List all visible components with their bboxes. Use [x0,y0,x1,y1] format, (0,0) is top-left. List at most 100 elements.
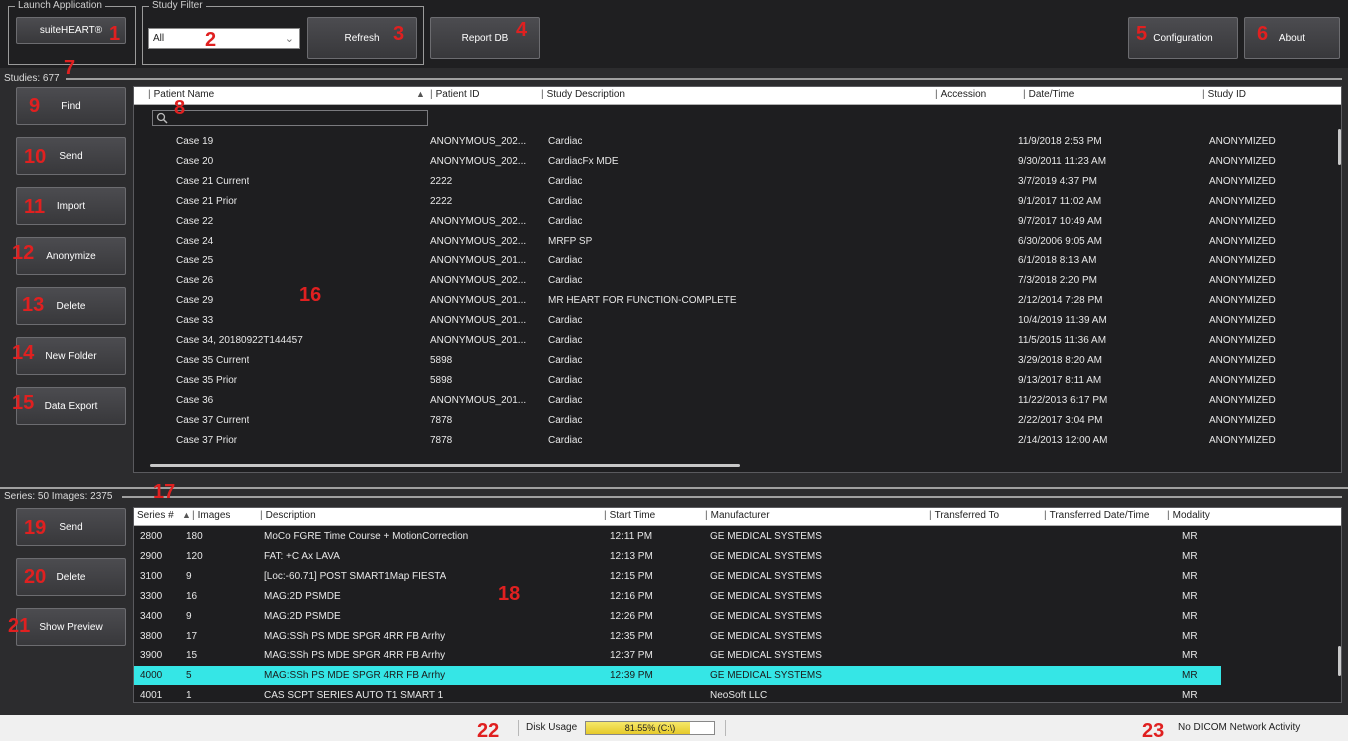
study-cell: ANONYMOUS_202... [430,136,527,147]
column-header-patient-id[interactable]: Patient ID [430,89,480,100]
series-cell: 9 [186,570,192,582]
callout-5: 5 [1136,23,1148,45]
column-header-series-number[interactable]: Series # [137,510,174,521]
series-cell: 2900 [140,550,163,562]
series-row[interactable]: 3900 15 MAG:SSh PS MDE SPGR 4RR FB Arrhy 12… [134,646,1221,665]
show-preview-button[interactable]: Show Preview [16,608,126,646]
study-row[interactable]: Case 22 ANONYMOUS_202... Cardiac 9/7/2017 1… [134,212,1331,231]
study-cell: ANONYMIZED [1209,315,1276,327]
study-cell: ANONYMOUS_201... [430,394,527,406]
study-row[interactable]: Case 35 Current 5898 Cardiac 3/29/2018 8:20… [134,351,1331,370]
study-row[interactable]: Case 19 ANONYMOUS_202... Cardiac 11/9/2018 … [134,132,1331,151]
study-cell: Cardiac [548,255,583,267]
series-cell: 120 [186,550,203,562]
series-cell: 4001 [140,690,163,702]
section-splitter[interactable] [0,487,1348,489]
series-cell: MR [1182,670,1198,682]
study-cell: ANONYMOUS_201... [430,295,527,307]
filter-group-title: Study Filter [149,0,206,12]
series-cell: 9 [186,610,192,622]
study-cell: Cardiac [548,315,583,327]
column-header-transferred-date-time[interactable]: Transferred Date/Time [1044,510,1150,521]
studies-vertical-scrollbar[interactable] [1338,129,1341,165]
series-cell: MR [1182,630,1198,642]
series-cell: GE MEDICAL SYSTEMS [710,610,822,622]
study-cell: ANONYMIZED [1209,295,1276,307]
study-cell: Cardiac [548,394,583,406]
study-row[interactable]: Case 20 ANONYMOUS_202... CardiacFx MDE 9/30… [134,152,1331,171]
study-cell: ANONYMIZED [1209,394,1276,406]
study-cell: Cardiac [548,215,583,227]
callout-23: 23 [1142,720,1165,742]
series-row[interactable]: 3100 9 [Loc:-60.71] POST SMART1Map FIESTA 1… [134,567,1221,586]
series-row[interactable]: 3400 9 MAG:2D PSMDE 12:26 PM GE MEDICAL SYST… [134,607,1221,626]
series-row-selected[interactable]: 4000 5 MAG:SSh PS MDE SPGR 4RR FB Arrhy 12:… [134,666,1221,686]
study-cell: ANONYMIZED [1209,434,1276,446]
study-filter-select[interactable]: All ⌄ [148,28,300,49]
study-row[interactable]: Case 33 ANONYMOUS_201... Cardiac 10/4/2019 … [134,311,1331,330]
study-row[interactable]: Case 21 Current 2222 Cardiac 3/7/2019 4:37 … [134,172,1331,191]
series-row[interactable]: 3300 16 MAG:2D PSMDE 12:16 PM GE MEDICAL SYS… [134,587,1221,606]
study-cell: ANONYMIZED [1209,235,1276,247]
callout-15: 15 [12,392,35,414]
study-cell: 2/22/2017 3:04 PM [1018,414,1103,426]
series-cell: 3300 [140,590,163,602]
series-cell: 12:26 PM [610,610,653,622]
column-header-accession[interactable]: Accession [935,89,987,100]
study-cell: ANONYMIZED [1209,136,1276,147]
study-cell: ANONYMOUS_201... [430,315,527,327]
column-header-manufacturer[interactable]: Manufacturer [705,510,770,521]
study-cell: 9/7/2017 10:49 AM [1018,215,1102,227]
series-cell: 1 [186,690,192,702]
study-row[interactable]: Case 37 Current 7878 Cardiac 2/22/2017 3:04… [134,411,1331,430]
column-header-description[interactable]: Description [260,510,316,521]
disk-usage-label: Disk Usage [526,722,578,733]
app-window: Launch Application suiteHEART® Study Fil… [0,0,1348,741]
callout-18: 18 [498,583,521,605]
column-header-transferred-to[interactable]: Transferred To [929,510,999,521]
series-row[interactable]: 2800 180 MoCo FGRE Time Course + MotionCor… [134,527,1221,546]
column-header-study-id[interactable]: Study ID [1202,89,1246,100]
series-cell: MR [1182,650,1198,662]
study-cell: 7/3/2018 2:20 PM [1018,275,1097,287]
column-header-study-description[interactable]: Study Description [541,89,625,100]
study-cell: ANONYMOUS_202... [430,155,527,167]
series-divider [122,496,1342,498]
series-cell: MAG:SSh PS MDE SPGR 4RR FB Arrhy [264,670,446,682]
study-cell: 2222 [430,175,453,187]
study-cell: 2/14/2013 12:00 AM [1018,434,1108,446]
study-row[interactable]: Case 21 Prior 2222 Cardiac 9/1/2017 11:02 A… [134,192,1331,211]
series-cell: GE MEDICAL SYSTEMS [710,531,822,542]
column-header-date-time[interactable]: Date/Time [1023,89,1075,100]
study-filter-value: All [153,33,165,44]
study-cell: ANONYMIZED [1209,195,1276,207]
study-cell: ANONYMIZED [1209,374,1276,386]
series-vertical-scrollbar[interactable] [1338,646,1341,676]
series-row[interactable]: 2900 120 FAT: +C Ax LAVA 12:13 PM GE MEDICAL… [134,547,1221,566]
series-cell: [Loc:-60.71] POST SMART1Map FIESTA [264,570,447,582]
study-cell: ANONYMIZED [1209,414,1276,426]
series-cell: 3900 [140,650,163,662]
series-cell: GE MEDICAL SYSTEMS [710,570,822,582]
study-row[interactable]: Case 34, 20180922T144457 ANONYMOUS_201...… [134,331,1331,350]
study-row[interactable]: Case 25 ANONYMOUS_201... Cardiac 6/1/2018 8… [134,251,1331,270]
studies-count-label: Studies: 677 [4,73,60,84]
studies-horizontal-scrollbar[interactable] [150,464,740,467]
study-row[interactable]: Case 36 ANONYMOUS_201... Cardiac 11/22/2013… [134,391,1331,410]
column-header-start-time[interactable]: Start Time [604,510,656,521]
series-row[interactable]: 3800 17 MAG:SSh PS MDE SPGR 4RR FB Arrhy 12… [134,627,1221,646]
patient-name-search-input[interactable] [152,110,428,126]
study-row[interactable]: Case 37 Prior 7878 Cardiac 2/14/2013 12:00 … [134,431,1331,450]
series-cell: GE MEDICAL SYSTEMS [710,670,822,682]
study-cell: 11/22/2013 6:17 PM [1018,394,1108,406]
study-row[interactable]: Case 24 ANONYMOUS_202... MRFP SP 6/30/2006 … [134,232,1331,251]
series-cell: NeoSoft LLC [710,690,768,702]
series-cell: MR [1182,590,1198,602]
sort-ascending-icon: ▲ [416,89,425,99]
study-row[interactable]: Case 35 Prior 5898 Cardiac 9/13/2017 8:11 A… [134,371,1331,390]
column-header-images[interactable]: Images [192,510,231,521]
series-cell: 2800 [140,531,163,542]
sort-ascending-icon: ▲ [182,510,191,520]
series-row[interactable]: 4001 1 CAS SCPT SERIES AUTO T1 SMART 1 NeoS… [134,686,1221,702]
column-header-modality[interactable]: Modality [1167,510,1210,521]
